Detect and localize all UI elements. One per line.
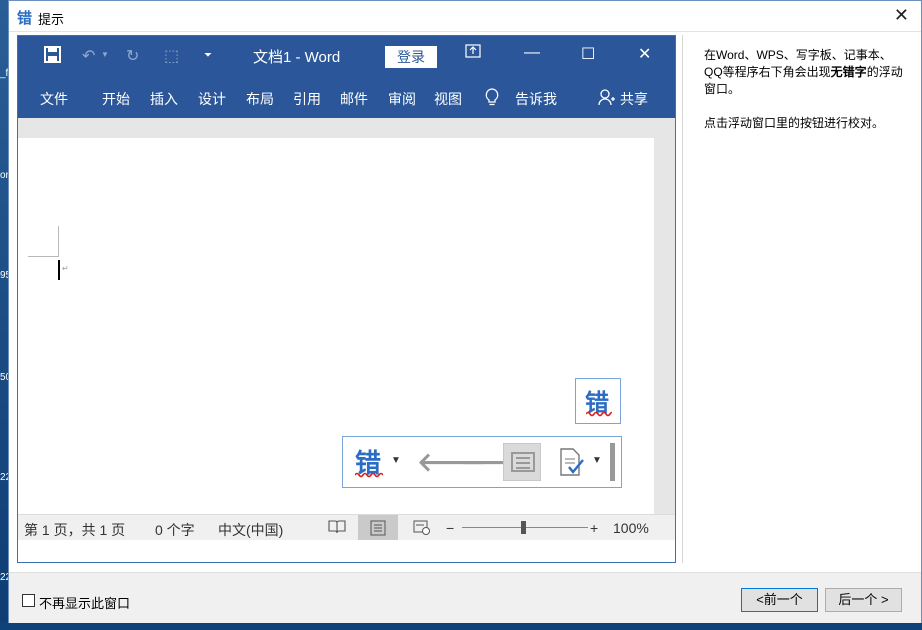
word-statusbar: 第 1 页，共 1 页 0 个字 中文(中国) − + 100% (18, 514, 675, 541)
paragraph-mark-icon: ↵ (62, 264, 69, 273)
customize-qat-icon: ⏷ (204, 50, 212, 61)
web-layout-icon (413, 519, 431, 538)
minimize-icon: — (524, 44, 540, 61)
document-title: 文档1 - Word (253, 49, 341, 66)
dont-show-checkbox[interactable] (22, 594, 35, 607)
share-person-icon (598, 88, 616, 111)
squiggle-underline (586, 411, 612, 417)
margin-mark (28, 256, 58, 257)
ribbon-display-icon (465, 44, 481, 63)
app-name-bold: 无错字 (830, 65, 867, 79)
dropdown-arrow-icon: ▼ (592, 455, 602, 466)
dialog-title: 提示 (38, 12, 65, 27)
tip-dialog: 错 提示 ✕ ↶ ▼ ↻ ⬚ ⏷ 文档1 - Word 登录 — ☐ ✕ 文件 … (8, 0, 922, 623)
dropdown-arrow-icon: ▼ (391, 455, 401, 466)
touch-mode-icon: ⬚ (164, 48, 180, 65)
zoom-out-button: − (446, 520, 455, 536)
word-titlebar: ↶ ▼ ↻ ⬚ ⏷ 文档1 - Word 登录 — ☐ ✕ 文件 开始 插入 设… (18, 36, 675, 118)
text-cursor (58, 260, 60, 280)
zoom-in-button: + (590, 520, 599, 536)
document-area: ↵ 错 错 ▼ 🡐 🡒 ▼ (18, 138, 675, 514)
read-mode-icon (328, 519, 346, 538)
next-button[interactable]: 后一个 > (825, 588, 902, 612)
print-layout-icon (358, 515, 398, 541)
word-count: 0 个字 (155, 522, 195, 538)
dialog-titlebar: 错 提示 ✕ (9, 1, 921, 32)
quick-access-toolbar: ↶ ▼ ↻ ⬚ ⏷ (18, 44, 675, 70)
window-close-icon: ✕ (638, 46, 652, 63)
tab-references: 引用 (293, 91, 321, 107)
login-button: 登录 (385, 46, 437, 68)
list-view-icon (503, 443, 541, 481)
tab-review: 审阅 (388, 91, 416, 107)
tab-insert: 插入 (150, 91, 178, 107)
dialog-footer: 不再显示此窗口 <前一个 后一个 > (9, 572, 921, 623)
zoom-slider-thumb (521, 521, 526, 534)
margin-mark (58, 226, 59, 257)
panel-divider (682, 35, 683, 563)
toolbar-grip (610, 443, 615, 481)
undo-dropdown-icon: ▼ (101, 50, 109, 59)
tab-file: 文件 (40, 91, 68, 107)
maximize-icon: ☐ (581, 46, 596, 63)
document-page: ↵ 错 错 ▼ 🡐 🡒 ▼ (18, 138, 654, 514)
close-icon[interactable]: ✕ (894, 5, 909, 26)
ribbon-tabs: 文件 开始 插入 设计 布局 引用 邮件 审阅 视图 告诉我 共享 (18, 86, 675, 112)
help-text: 在Word、WPS、写字板、记事本、QQ等程序右下角会出现无错字的浮动窗口。 点… (704, 47, 909, 149)
taskbar-edge (0, 622, 922, 630)
help-paragraph: 点击浮动窗口里的按钮进行校对。 (704, 116, 885, 130)
tab-layout: 布局 (246, 91, 274, 107)
tell-me-label: 告诉我 (515, 91, 557, 107)
zoom-level: 100% (613, 520, 649, 536)
word-screenshot: ↶ ▼ ↻ ⬚ ⏷ 文档1 - Word 登录 — ☐ ✕ 文件 开始 插入 设… (17, 35, 676, 563)
save-icon (44, 46, 61, 68)
language-status: 中文(中国) (218, 522, 284, 538)
share-label: 共享 (620, 91, 648, 107)
help-paragraph: 在Word、WPS、写字板、记事本、QQ等程序右下角会出现无错字的浮动窗口。 (704, 47, 909, 98)
tab-home: 开始 (102, 91, 130, 107)
page-count: 第 1 页，共 1 页 (24, 522, 126, 538)
squiggle-underline (355, 472, 383, 478)
ruler-band (18, 118, 675, 138)
document-check-icon (557, 447, 587, 484)
tab-mailings: 邮件 (340, 91, 368, 107)
undo-icon: ↶ (82, 48, 96, 65)
proofing-toolbar: 错 ▼ 🡐 🡒 ▼ (342, 436, 622, 488)
lightbulb-icon (485, 88, 499, 111)
wrong-char-float-button: 错 (575, 378, 621, 424)
screenshot-bottom-margin (18, 540, 675, 562)
app-icon: 错 (17, 9, 33, 27)
redo-icon: ↻ (126, 48, 140, 65)
tab-design: 设计 (198, 91, 226, 107)
dont-show-label[interactable]: 不再显示此窗口 (39, 593, 130, 612)
prev-button[interactable]: <前一个 (741, 588, 818, 612)
tab-view: 视图 (434, 91, 462, 107)
